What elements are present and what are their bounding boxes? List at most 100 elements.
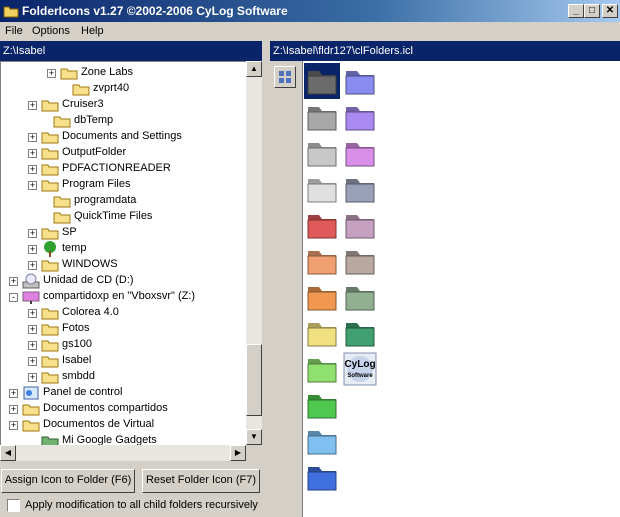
expand-icon[interactable]: + [28,261,37,270]
tree-item[interactable]: + SP [1,225,247,241]
folder-icon-option[interactable] [304,135,340,171]
tree-item-label: Isabel [62,354,92,366]
folder-icon-option[interactable] [304,423,340,459]
tree-item[interactable]: + OutputFolder [1,145,247,161]
tree-vertical-scrollbar[interactable]: ▲ ▼ [246,61,262,445]
expand-icon[interactable]: + [9,277,18,286]
folder-icon [41,129,59,145]
expand-icon[interactable]: + [28,245,37,254]
folder-icon-option[interactable] [304,171,340,207]
svg-text:CyLog: CyLog [344,359,375,370]
tree-item[interactable]: + Documents and Settings [1,129,247,145]
scroll-up-button[interactable]: ▲ [246,61,262,77]
scroll-left-button[interactable]: ◀ [0,445,16,461]
tree-item-label: PDFACTIONREADER [62,162,171,174]
cd-drive-icon [22,273,40,289]
expand-icon[interactable]: + [28,309,37,318]
tree-item[interactable]: + gs100 [1,337,247,353]
folder-tree[interactable]: + Zone Labs zvprt40 + Cruiser3 dbTemp + Documen… [0,61,262,461]
expand-icon[interactable]: + [28,165,37,174]
tree-item-label: Panel de control [43,386,123,398]
close-button[interactable]: ✕ [602,4,618,18]
folder-icon-option[interactable] [342,279,378,315]
menu-options[interactable]: Options [32,25,70,37]
collapse-icon[interactable]: - [9,293,18,302]
folder-icon-option[interactable] [304,243,340,279]
expand-icon[interactable]: + [9,405,18,414]
splitter[interactable] [262,41,270,517]
expand-icon[interactable]: + [47,69,56,78]
folder-icon-option[interactable] [342,99,378,135]
recursive-checkbox[interactable] [7,499,20,512]
tree-item-label: Documentos compartidos [43,402,168,414]
folder-icon-option[interactable] [304,63,340,99]
expand-icon[interactable]: + [28,373,37,382]
folder-icon-option[interactable] [342,207,378,243]
tree-item[interactable]: QuickTime Files [1,209,247,225]
expand-icon[interactable]: + [28,229,37,238]
tree-item[interactable]: + Cruiser3 [1,97,247,113]
folder-icon-option[interactable] [304,207,340,243]
expand-icon[interactable]: + [28,133,37,142]
folder-icon-option[interactable] [304,279,340,315]
tree-item[interactable]: zvprt40 [1,81,247,97]
expand-icon[interactable]: + [28,149,37,158]
folder-icon-option[interactable] [342,171,378,207]
folder-icon-option[interactable] [304,99,340,135]
tree-item[interactable]: programdata [1,193,247,209]
scroll-corner [246,445,262,461]
view-mode-button[interactable] [274,66,296,88]
scroll-down-button[interactable]: ▼ [246,429,262,445]
expand-icon[interactable]: + [28,325,37,334]
reset-icon-button[interactable]: Reset Folder Icon (F7) [142,469,260,493]
tree-item[interactable]: + Colorea 4.0 [1,305,247,321]
tree-item[interactable]: + Fotos [1,321,247,337]
folder-icon-option[interactable] [304,315,340,351]
scroll-right-button[interactable]: ▶ [230,445,246,461]
tree-item[interactable]: + temp [1,241,247,257]
tree-item-label: gs100 [62,338,92,350]
tree-item-label: Zone Labs [81,66,133,78]
folder-icon-option[interactable] [304,387,340,423]
folder-icon-option[interactable] [342,243,378,279]
tree-horizontal-scrollbar[interactable]: ◀ ▶ [0,445,246,461]
menu-file[interactable]: File [5,25,23,37]
tree-item[interactable]: + Unidad de CD (D:) [1,273,247,289]
tree-item[interactable]: + Documentos de Virtual [1,417,247,433]
folder-icon-option[interactable] [342,315,378,351]
tree-item[interactable]: + Isabel [1,353,247,369]
minimize-button[interactable]: _ [568,4,584,18]
tree-item[interactable]: + Zone Labs [1,65,247,81]
cylog-logo-icon[interactable]: CyLog Software [342,351,378,387]
tree-item[interactable]: + Program Files [1,177,247,193]
tree-item[interactable]: + smbdd [1,369,247,385]
tree-item[interactable]: + PDFACTIONREADER [1,161,247,177]
folder-icon-option[interactable] [304,459,340,495]
expand-icon[interactable]: + [28,101,37,110]
folder-icon-option[interactable] [342,63,378,99]
tree-item-label: dbTemp [74,114,114,126]
tree-item[interactable]: - compartidoxp en "Vboxsvr" (Z:) [1,289,247,305]
folder-icon [53,193,71,209]
tree-item[interactable]: + WINDOWS [1,257,247,273]
folder-icon-option[interactable] [342,135,378,171]
icon-toolstrip [270,61,302,517]
expand-icon[interactable]: + [9,421,18,430]
expand-icon[interactable]: + [9,389,18,398]
folder-icon [41,353,59,369]
tree-item[interactable]: + Panel de control [1,385,247,401]
folder-icon [22,417,40,433]
scroll-thumb[interactable] [246,344,262,416]
maximize-button[interactable]: □ [584,4,600,18]
menu-help[interactable]: Help [81,25,104,37]
tree-item-label: programdata [74,194,137,206]
folder-icon-option[interactable] [304,351,340,387]
assign-icon-button[interactable]: Assign Icon to Folder (F6) [1,469,135,493]
icon-grid[interactable]: CyLog Software [302,61,620,517]
expand-icon[interactable]: + [28,357,37,366]
expand-icon[interactable]: + [28,181,37,190]
tree-item[interactable]: dbTemp [1,113,247,129]
tree-item[interactable]: + Documentos compartidos [1,401,247,417]
tree-item-label: Documents and Settings [62,130,182,142]
expand-icon[interactable]: + [28,341,37,350]
